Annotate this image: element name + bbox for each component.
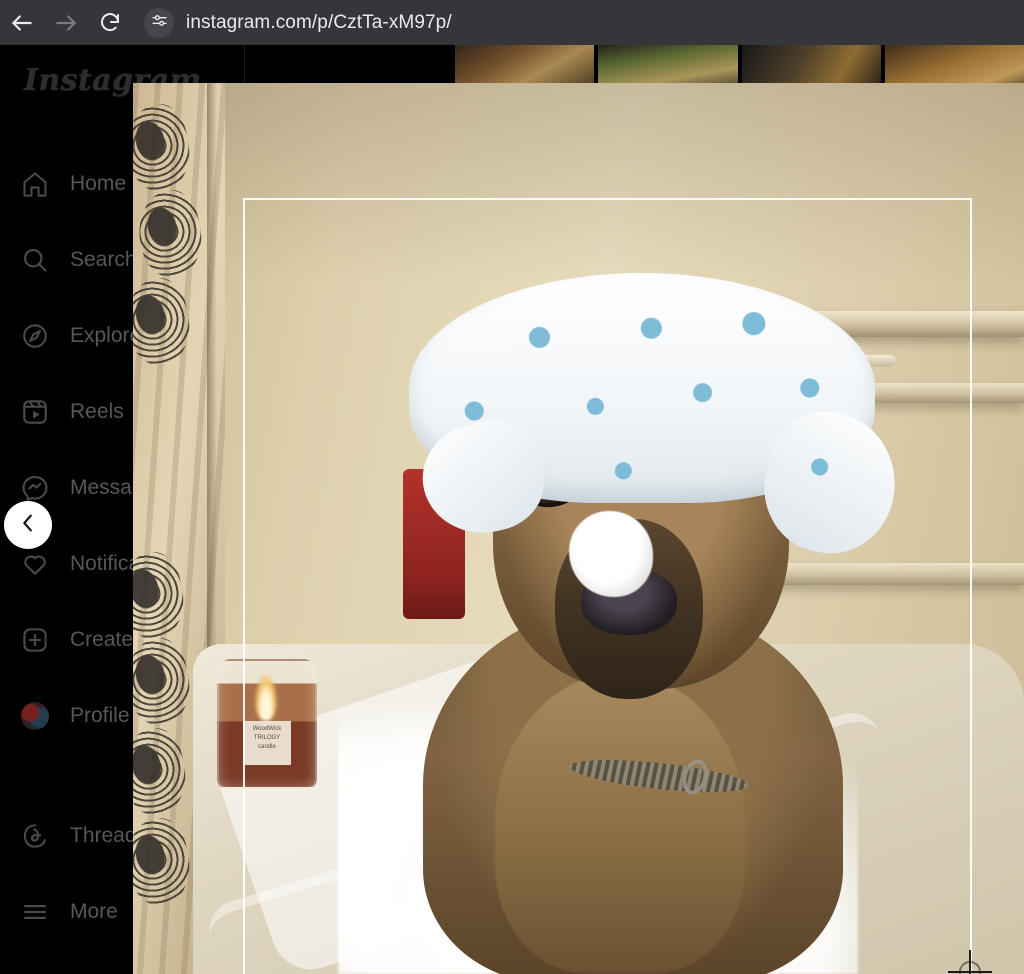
collapse-sidebar-button[interactable] xyxy=(4,501,52,549)
plus-square-icon xyxy=(12,617,58,663)
reels-icon xyxy=(12,389,58,435)
candle-type: candle xyxy=(258,744,276,750)
sidebar-item-label: Home xyxy=(70,172,127,195)
hamburger-menu-icon xyxy=(12,889,58,935)
chevron-left-icon xyxy=(17,512,39,539)
avatar xyxy=(21,702,49,730)
home-icon xyxy=(12,161,58,207)
polka-dot-shower-cap xyxy=(409,273,907,564)
soap-on-nose xyxy=(569,511,653,597)
sidebar-item-label: Profile xyxy=(70,704,130,727)
profile-avatar xyxy=(12,693,58,739)
post-photo[interactable]: WoodWick TRILOGY candle xyxy=(133,83,1024,974)
sidebar-item-label: More xyxy=(70,900,118,923)
compass-icon xyxy=(12,313,58,359)
wall-shadow xyxy=(133,83,1024,283)
back-arrow-icon xyxy=(9,10,35,36)
german-shepherd-dog xyxy=(383,273,907,974)
site-settings-sliders-icon xyxy=(151,12,168,34)
sidebar-item-label: Explore xyxy=(70,324,142,347)
sidebar-item-label: Reels xyxy=(70,400,124,423)
url-text[interactable]: instagram.com/p/CztTa-xM97p/ xyxy=(186,12,452,34)
crosshair-cursor xyxy=(948,950,992,974)
dog-chest xyxy=(495,673,745,973)
forward-button[interactable] xyxy=(44,1,88,45)
sidebar-item-label: Create xyxy=(70,628,134,651)
sidebar-item-label: Search xyxy=(70,248,137,271)
browser-toolbar: instagram.com/p/CztTa-xM97p/ xyxy=(0,0,1024,45)
reload-icon xyxy=(98,11,122,35)
address-bar[interactable]: instagram.com/p/CztTa-xM97p/ xyxy=(140,7,1024,39)
candle-brand: WoodWick xyxy=(252,726,282,732)
site-information-button[interactable] xyxy=(144,7,174,38)
candle-flame xyxy=(255,675,277,721)
threads-icon xyxy=(12,813,58,859)
reload-button[interactable] xyxy=(88,1,132,45)
search-icon xyxy=(12,237,58,283)
back-button[interactable] xyxy=(0,1,44,45)
woodwick-candle: WoodWick TRILOGY candle xyxy=(217,659,317,789)
instagram-page: Instagram Home Search Explore Reels Mess… xyxy=(0,45,1024,974)
candle-label: WoodWick TRILOGY candle xyxy=(243,721,291,765)
candle-line: TRILOGY xyxy=(253,735,281,741)
forward-arrow-icon xyxy=(53,10,79,36)
